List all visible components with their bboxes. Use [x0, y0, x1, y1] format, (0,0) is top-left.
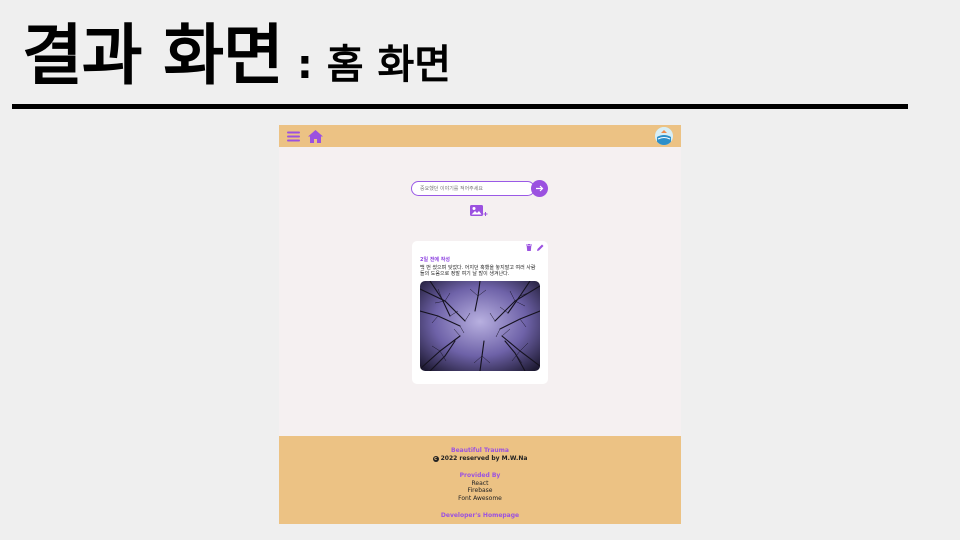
- footer-provider: React: [471, 479, 489, 487]
- slide-title: 결과 화면 : 홈 화면: [22, 14, 451, 107]
- footer-provider: Font Awesome: [458, 494, 502, 502]
- copyright-icon: c: [432, 455, 439, 462]
- post-card: 2일 전에 작성 백 번 썼으며 잊었다. 어지던 혹했을 놓지말고 여러 사람…: [412, 241, 548, 384]
- arrow-right-icon: [535, 185, 543, 192]
- add-image-button[interactable]: [470, 205, 488, 217]
- profile-logo-icon[interactable]: [655, 127, 673, 145]
- post-image: [420, 281, 540, 371]
- post-date: 2일 전에 작성: [420, 257, 450, 263]
- menu-icon[interactable]: [287, 131, 300, 142]
- search-input[interactable]: [411, 181, 535, 196]
- slide-title-main: 결과 화면: [22, 17, 284, 94]
- pencil-icon[interactable]: [537, 244, 544, 251]
- footer-homepage-link[interactable]: Developer's Homepage: [279, 512, 681, 520]
- app-header: [279, 125, 681, 147]
- title-divider: [12, 104, 908, 109]
- post-text: 백 번 썼으며 잊었다. 어지던 혹했을 놓지말고 여러 사람들의 도움으로 정…: [420, 265, 536, 277]
- app-screenshot: 2일 전에 작성 백 번 썼으며 잊었다. 어지던 혹했을 놓지말고 여러 사람…: [279, 125, 681, 524]
- footer-provider: Firebase: [467, 487, 493, 495]
- footer-copyright-text: 2022 reserved by M.W.Na: [440, 454, 528, 462]
- footer-copyright: c 2022 reserved by M.W.Na: [432, 454, 528, 463]
- app-footer: Beautiful Trauma c 2022 reserved by M.W.…: [279, 436, 681, 524]
- search-bar: [411, 180, 548, 197]
- search-submit-button[interactable]: [531, 180, 548, 197]
- slide-title-sub: : 홈 화면: [296, 42, 452, 88]
- image-plus-icon: [470, 205, 488, 216]
- trash-icon[interactable]: [526, 244, 532, 251]
- footer-app-name: Beautiful Trauma: [451, 447, 509, 454]
- home-icon[interactable]: [308, 129, 323, 143]
- footer-provided-by: Provided By: [459, 472, 501, 480]
